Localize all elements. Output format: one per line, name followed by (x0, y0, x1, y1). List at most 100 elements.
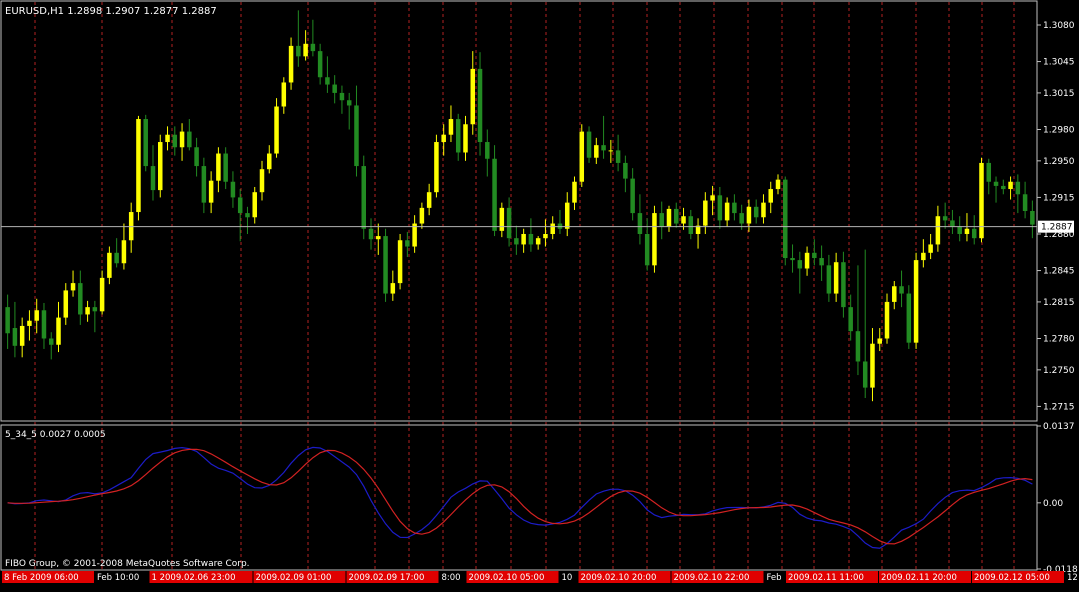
candle-body (862, 361, 868, 388)
candle-body (325, 77, 330, 85)
time-axis-label: 2009.02.12 05:00 (974, 573, 1050, 583)
candle-body (957, 226, 962, 234)
candle-body (230, 181, 236, 198)
candle-body (187, 131, 192, 148)
candle-body (434, 142, 439, 193)
candle-body (761, 202, 766, 218)
candle-body (833, 262, 839, 294)
candle-body (179, 131, 185, 148)
candle-body (477, 68, 483, 143)
candle-body (674, 208, 679, 224)
candle-body (470, 68, 476, 125)
current-price-tag: 1.2887 (1038, 220, 1074, 233)
candle-body (485, 142, 490, 159)
candle-body (288, 45, 294, 83)
candle-body (361, 166, 366, 229)
candle-body (543, 233, 548, 239)
candle-body (535, 238, 541, 245)
candle-body (623, 162, 628, 179)
price-scale-label: 1.2915 (1043, 193, 1075, 203)
time-axis-label: 8 Feb 2009 06:00 (4, 573, 79, 583)
candle-body (935, 216, 941, 245)
time-axis-label: 2009.02.10 20:00 (581, 573, 657, 583)
candle-body (572, 181, 577, 203)
candle-body (70, 283, 76, 291)
candle-body (550, 223, 555, 234)
candle-body (579, 131, 585, 182)
candle-body (506, 207, 512, 239)
time-axis[interactable]: 8 Feb 2009 06:00 Feb 10:00 1 2009.02.06 23… (2, 571, 1079, 583)
candle-body (739, 213, 744, 224)
chart-window[interactable]: EURUSD,H1 1.2898 1.2907 1.2877 1.2887 1.… (0, 0, 1079, 588)
indicator-scale-label: 0.00 (1043, 499, 1063, 509)
candle-body (303, 43, 308, 57)
candle-body (746, 206, 752, 224)
candle-body (717, 195, 723, 221)
price-scale-label: 1.2750 (1043, 366, 1075, 376)
candle-body (19, 325, 25, 346)
price-scale-label: 1.2845 (1043, 267, 1075, 277)
price-scale-label: 1.3080 (1043, 21, 1075, 31)
candle-body (710, 195, 715, 201)
candle-body (405, 240, 410, 247)
candle-body (107, 252, 112, 278)
time-axis-label: 2009.02.09 01:00 (256, 573, 332, 583)
candle-body (892, 286, 897, 302)
indicator-scale-label: 0.0137 (1043, 422, 1075, 432)
candle-body (463, 124, 468, 153)
price-scale-label: 1.2715 (1043, 402, 1075, 412)
candle-body (652, 213, 657, 266)
candle-body (27, 320, 32, 326)
candle-body (870, 343, 875, 388)
time-axis-label: 10 (562, 573, 573, 583)
candle-body (216, 153, 221, 181)
price-scale-label: 1.2780 (1043, 334, 1075, 344)
candle-body (521, 233, 526, 245)
candle-body (732, 202, 737, 214)
candle-body (426, 192, 432, 208)
candle-body (971, 228, 977, 239)
price-scale-label: 1.3045 (1043, 58, 1075, 68)
candle-body (913, 260, 919, 343)
candle-body (1030, 211, 1035, 225)
candle-body (150, 166, 156, 191)
candle-body (1008, 181, 1013, 190)
candle-body (332, 84, 337, 93)
candle-body (1015, 181, 1021, 195)
candle-body (841, 262, 846, 308)
candle-body (637, 213, 643, 234)
price-scale-label: 1.2950 (1043, 157, 1075, 167)
candle-body (354, 105, 359, 167)
time-axis-label: 2009.02.11 11:00 (788, 573, 864, 583)
candle-body (419, 207, 425, 224)
candle-body (201, 166, 207, 203)
candle-body (310, 43, 316, 52)
chart-canvas[interactable]: EURUSD,H1 1.2898 1.2907 1.2877 1.2887 1.… (0, 0, 1079, 588)
time-axis-label: Feb 10:00 (97, 573, 139, 583)
candle-body (85, 307, 90, 315)
candle-body (259, 169, 265, 193)
candle-body (855, 331, 861, 362)
candle-body (136, 119, 141, 213)
candle-body (41, 310, 47, 339)
candle-body (942, 216, 948, 221)
candle-body (172, 134, 178, 148)
candle-body (158, 142, 163, 191)
candle-body (921, 252, 926, 261)
time-axis-label: Feb (767, 573, 782, 583)
candle-body (208, 180, 214, 203)
candle-body (564, 202, 570, 229)
candle-body (884, 301, 890, 339)
current-price-label: 1.2887 (1041, 223, 1073, 233)
time-axis-label: 1 2009.02.06 23:00 (152, 573, 236, 583)
candle-body (753, 206, 759, 218)
candle-body (1001, 185, 1006, 190)
candle-body (56, 317, 61, 345)
candle-body (114, 252, 119, 264)
candle-body (557, 223, 563, 229)
candle-body (455, 119, 461, 153)
candle-body (5, 307, 10, 334)
price-scale-label: 1.3015 (1043, 89, 1075, 99)
candle-body (165, 134, 170, 143)
candle-body (12, 328, 18, 346)
